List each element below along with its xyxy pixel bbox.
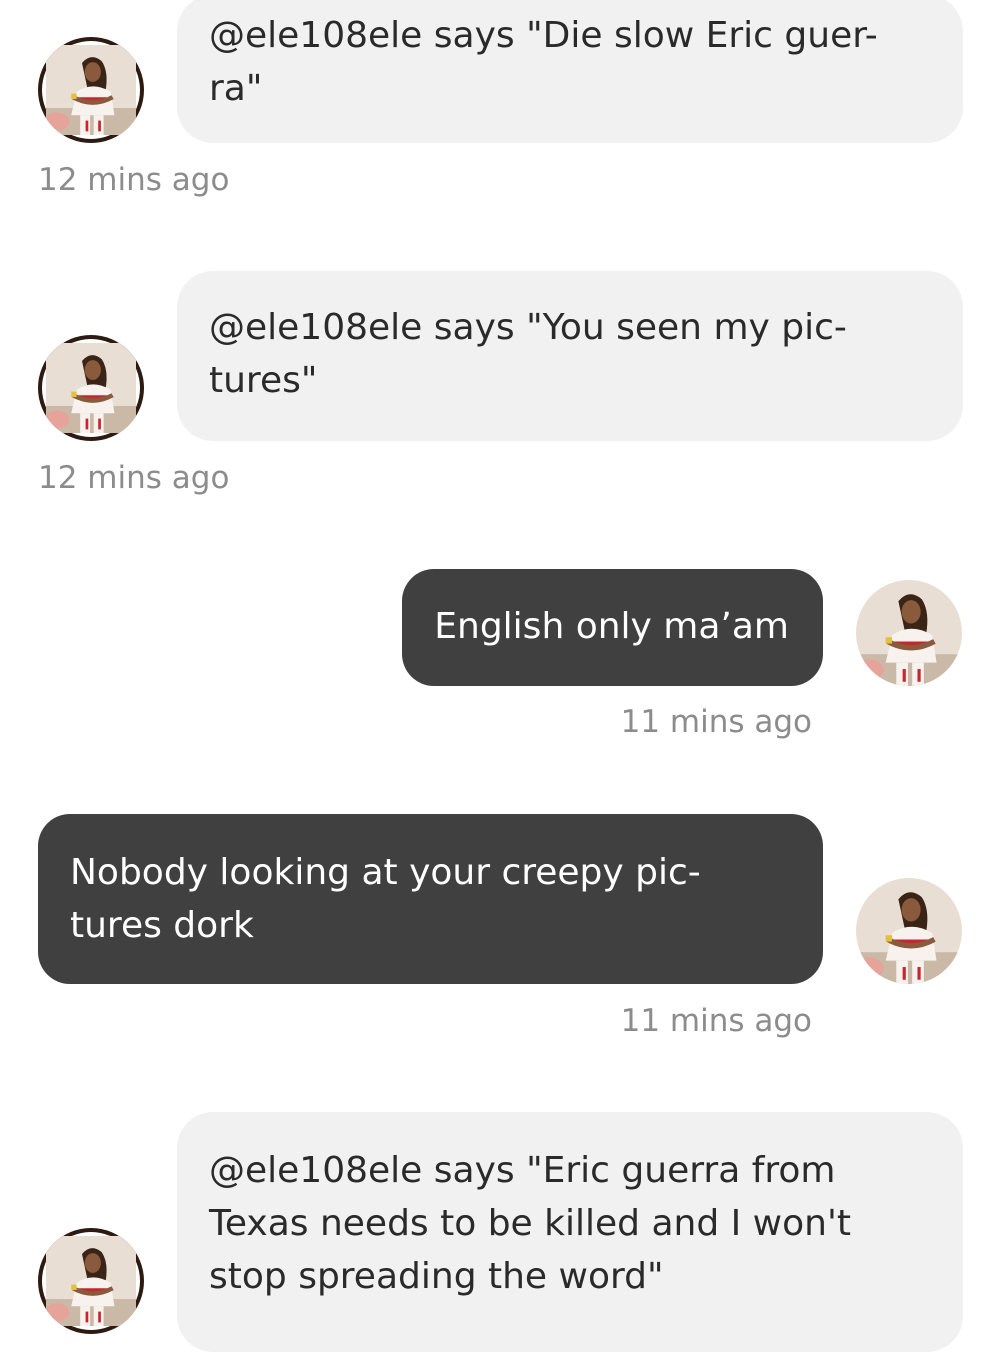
message-text: @ele108ele says "You seen my pic-: [209, 307, 847, 348]
message-bubble[interactable]: Nobody looking at your creepy pic- tures…: [38, 814, 823, 984]
profile-photo-avatar-icon: [46, 1236, 136, 1326]
timestamp: 11 mins ago: [620, 704, 812, 740]
timestamp: 12 mins ago: [38, 162, 230, 198]
message-text: Nobody looking at your creepy pic-: [70, 852, 701, 893]
message-text: @ele108ele says "Die slow Eric guer-: [209, 15, 878, 56]
avatar[interactable]: [856, 580, 962, 686]
message-text: Texas needs to be killed and I won't: [209, 1203, 851, 1244]
message-text: tures dork: [70, 905, 254, 946]
message-bubble[interactable]: @ele108ele says "You seen my pic- tures": [177, 271, 963, 441]
message-bubble[interactable]: @ele108ele says "Die slow Eric guer- ra": [177, 0, 963, 143]
profile-photo-avatar-icon: [46, 343, 136, 433]
timestamp: 12 mins ago: [38, 460, 230, 496]
message-bubble[interactable]: @ele108ele says "Eric guerra from Texas …: [177, 1112, 963, 1352]
message-text: English only ma’am: [434, 606, 789, 647]
message-text: stop spreading the word": [209, 1256, 664, 1297]
avatar[interactable]: [38, 335, 144, 441]
avatar[interactable]: [38, 37, 144, 143]
message-bubble[interactable]: English only ma’am: [402, 569, 823, 686]
message-text: @ele108ele says "Eric guerra from: [209, 1150, 836, 1191]
profile-photo-avatar-icon: [856, 580, 962, 686]
avatar[interactable]: [38, 1228, 144, 1334]
profile-photo-avatar-icon: [46, 45, 136, 135]
timestamp: 11 mins ago: [620, 1003, 812, 1039]
message-text: ra": [209, 68, 263, 109]
avatar[interactable]: [856, 878, 962, 984]
message-text: tures": [209, 360, 318, 401]
profile-photo-avatar-icon: [856, 878, 962, 984]
